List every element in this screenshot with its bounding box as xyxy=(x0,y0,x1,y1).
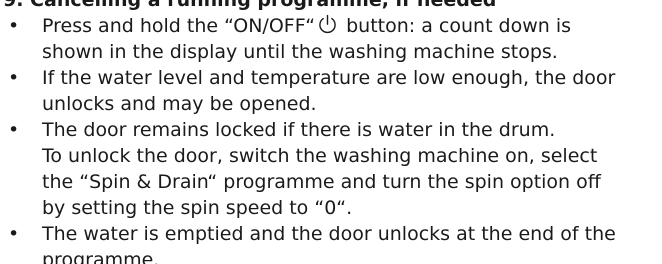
text-line: If the water level and temperature are l… xyxy=(42,67,616,89)
text-line: The water is emptied and the door unlock… xyxy=(42,223,616,245)
text-line: by setting the spin speed to “0“. xyxy=(42,197,353,219)
power-button-icon xyxy=(317,14,338,35)
text-line: unlocks and may be opened. xyxy=(42,93,317,115)
instruction-list: • Press and hold the “ON/OFF“ button: a … xyxy=(0,13,642,264)
section-heading: 9. Cancelling a running programme, if ne… xyxy=(3,0,497,11)
bullet-dot: • xyxy=(8,15,20,37)
text-line: the “Spin & Drain“ programme and turn th… xyxy=(42,171,601,193)
instruction-page: 9. Cancelling a running programme, if ne… xyxy=(0,0,662,264)
text-line: The door remains locked if there is wate… xyxy=(42,119,556,141)
list-item: • If the water level and temperature are… xyxy=(0,65,642,117)
text-segment: Press and hold the “ON/OFF“ xyxy=(42,15,316,37)
bullet-dot: • xyxy=(8,119,20,141)
text-line: shown in the display until the washing m… xyxy=(42,41,558,63)
bullet-dot: • xyxy=(8,67,20,89)
text-segment: button: a count down is xyxy=(340,15,572,37)
text-line: To unlock the door, switch the washing m… xyxy=(42,145,598,167)
bullet-dot: • xyxy=(8,223,20,245)
text-line: Press and hold the “ON/OFF“ button: a co… xyxy=(42,13,642,39)
text-line: programme. xyxy=(42,249,160,264)
list-item: • The door remains locked if there is wa… xyxy=(0,117,642,221)
list-item: • Press and hold the “ON/OFF“ button: a … xyxy=(0,13,642,65)
list-item: • The water is emptied and the door unlo… xyxy=(0,221,642,264)
